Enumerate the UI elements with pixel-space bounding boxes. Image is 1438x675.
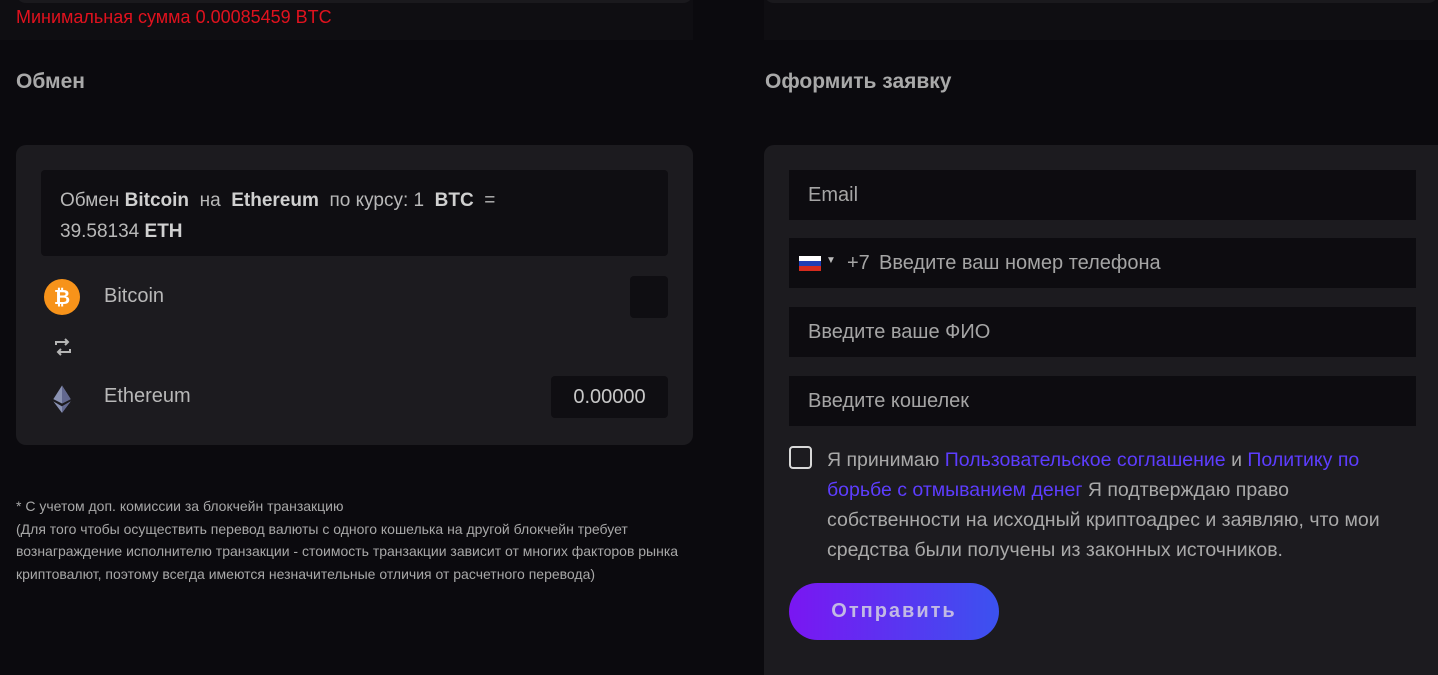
russia-flag-icon[interactable] [799,256,821,271]
from-amount-input[interactable] [630,276,668,318]
agree-checkbox[interactable] [789,446,812,469]
rate-on: на [199,190,221,211]
to-amount-field[interactable]: 0.00000 [551,376,668,418]
top-card-left-edge [16,0,693,3]
phone-input[interactable] [875,238,1409,288]
swap-arrows-icon[interactable] [53,337,73,357]
order-form: ▼ +7 Я принимаю Пользовательское соглаше… [764,145,1438,675]
to-coin-name: Ethereum [104,385,191,407]
from-coin-row: ₿ Bitcoin [41,275,668,319]
ethereum-icon [53,385,71,413]
submit-button[interactable]: Отправить [789,583,999,640]
rate-value: 39.58134 [60,221,140,242]
rate-to-coin: Ethereum [231,190,319,211]
country-dropdown-icon[interactable]: ▼ [826,255,836,266]
commission-note-line2: (Для того чтобы осуществить перевод валю… [16,520,679,582]
full-name-field[interactable] [789,307,1416,357]
bitcoin-icon: ₿ [44,279,80,315]
exchange-title: Обмен [16,70,85,93]
wallet-field[interactable] [789,376,1416,426]
rate-prefix: Обмен [60,190,120,211]
top-card-right-edge [764,0,1438,3]
agree-text-1: Я принимаю [827,449,940,471]
agree-text-2: и [1231,449,1242,471]
top-panel-right [764,0,1438,40]
commission-note-line1: * С учетом доп. комиссии за блокчейн тра… [16,498,344,514]
exchange-card: Обмен Bitcoin на Ethereum по курсу: 1 BT… [16,145,693,445]
email-field[interactable] [789,170,1416,220]
phone-country-code: +7 [847,252,870,274]
phone-field[interactable]: ▼ +7 [789,238,1416,288]
svg-text:₿: ₿ [54,287,70,309]
rate-label: по курсу: 1 [329,190,425,211]
to-coin-row: Ethereum 0.00000 [41,375,668,419]
rate-from-coin: Bitcoin [124,190,190,211]
rate-to-code: ETH [144,221,183,242]
agreement-text: Я принимаю Пользовательское соглашение и… [827,445,1412,565]
user-agreement-link[interactable]: Пользовательское соглашение [945,449,1226,471]
commission-note: * С учетом доп. комиссии за блокчейн тра… [16,495,706,585]
order-title: Оформить заявку [765,70,952,93]
minimum-amount-warning: Минимальная сумма 0.00085459 BTC [16,7,332,27]
from-coin-name: Bitcoin [104,285,165,307]
rate-equals: = [484,190,496,211]
exchange-rate-box: Обмен Bitcoin на Ethereum по курсу: 1 BT… [41,170,668,256]
rate-from-code: BTC [434,190,474,211]
